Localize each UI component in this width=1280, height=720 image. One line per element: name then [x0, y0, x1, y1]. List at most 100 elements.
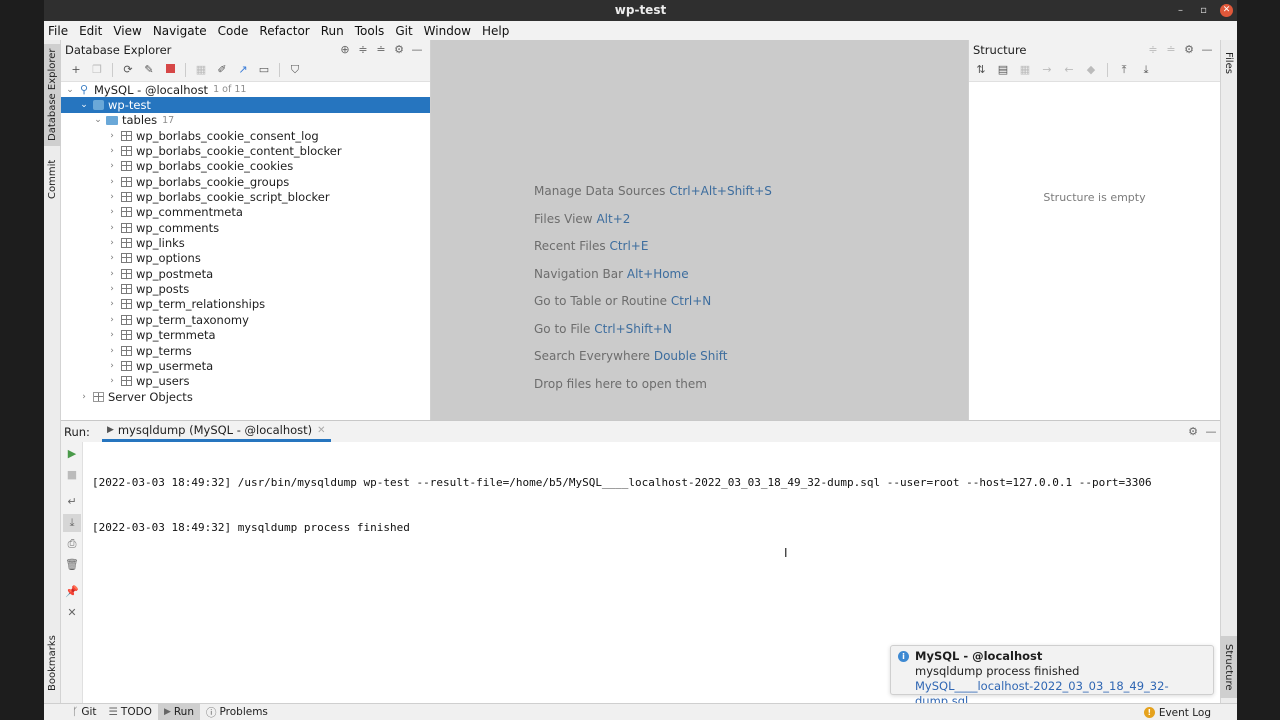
tree-schema[interactable]: ⌄ wp-test: [61, 97, 430, 113]
tab-bookmarks[interactable]: Bookmarks: [44, 630, 61, 696]
gear-icon[interactable]: ⚙: [1184, 425, 1202, 438]
minimize-icon[interactable]: –: [1174, 4, 1187, 17]
arrow-right-icon[interactable]: →: [1038, 61, 1056, 79]
soft-wrap-icon[interactable]: ↵: [63, 493, 81, 511]
menu-run[interactable]: Run: [321, 24, 344, 38]
tree-table-item[interactable]: › wp_users: [61, 374, 430, 389]
menu-file[interactable]: File: [48, 24, 68, 38]
tree-table-item[interactable]: › wp_borlabs_cookie_script_blocker: [61, 189, 430, 204]
tab-commit[interactable]: Commit: [44, 154, 61, 204]
chevron-right-icon[interactable]: ›: [105, 299, 119, 309]
filter-icon[interactable]: ⛉: [286, 61, 304, 79]
pin-icon[interactable]: 📌: [63, 583, 81, 601]
hide-icon[interactable]: —: [408, 43, 426, 56]
chevron-right-icon[interactable]: ›: [105, 253, 119, 263]
collapse-all-icon[interactable]: ≐: [372, 43, 390, 56]
rerun-icon[interactable]: ▶: [63, 445, 81, 463]
tree-tables-folder[interactable]: ⌄ tables 17: [61, 113, 430, 128]
menu-view[interactable]: View: [113, 24, 141, 38]
tree-table-item[interactable]: › wp_borlabs_cookie_content_blocker: [61, 143, 430, 158]
tree-server-objects[interactable]: › Server Objects: [61, 389, 430, 404]
refresh-icon[interactable]: ⟳: [119, 61, 137, 79]
arrow-left-icon[interactable]: ←: [1060, 61, 1078, 79]
trash-icon[interactable]: 🗑: [63, 556, 81, 574]
target-icon[interactable]: ⊕: [336, 43, 354, 56]
maximize-icon[interactable]: ▫: [1197, 4, 1210, 17]
console-output[interactable]: [2022-03-03 18:49:32] /usr/bin/mysqldump…: [92, 445, 1152, 565]
print-icon[interactable]: ⎙: [63, 535, 81, 553]
menu-navigate[interactable]: Navigate: [153, 24, 207, 38]
menu-code[interactable]: Code: [218, 24, 249, 38]
chevron-right-icon[interactable]: ›: [105, 361, 119, 371]
tab-database-explorer[interactable]: Database Explorer: [44, 44, 61, 146]
menu-git[interactable]: Git: [395, 24, 412, 38]
gear-icon[interactable]: ⚙: [1180, 43, 1198, 56]
tree-table-item[interactable]: › wp_links: [61, 235, 430, 250]
status-problems[interactable]: ⓘ Problems: [200, 704, 274, 720]
chevron-right-icon[interactable]: ›: [105, 192, 119, 202]
show-table-icon[interactable]: ▦: [1016, 61, 1034, 79]
autoscroll-from-source-icon[interactable]: ⤓: [1137, 61, 1155, 79]
close-icon[interactable]: ✕: [317, 425, 325, 436]
edit-icon[interactable]: ✐: [213, 61, 231, 79]
tree-table-item[interactable]: › wp_commentmeta: [61, 205, 430, 220]
menu-refactor[interactable]: Refactor: [259, 24, 309, 38]
status-event-log[interactable]: ! Event Log: [1143, 704, 1211, 720]
tree-datasource[interactable]: ⌄ ⚲ MySQL - @localhost 1 of 11: [61, 82, 430, 97]
tree-table-item[interactable]: › wp_borlabs_cookie_groups: [61, 174, 430, 189]
menu-help[interactable]: Help: [482, 24, 509, 38]
tree-table-item[interactable]: › wp_usermeta: [61, 358, 430, 373]
chevron-right-icon[interactable]: ›: [105, 207, 119, 217]
chevron-right-icon[interactable]: ›: [105, 161, 119, 171]
table-view-icon[interactable]: ▦: [192, 61, 210, 79]
add-icon[interactable]: +: [67, 61, 85, 79]
menu-edit[interactable]: Edit: [79, 24, 102, 38]
chevron-right-icon[interactable]: ›: [105, 269, 119, 279]
chevron-down-icon[interactable]: ⌄: [91, 115, 105, 125]
status-todo[interactable]: ☰ TODO: [102, 704, 157, 720]
tree-table-item[interactable]: › wp_options: [61, 251, 430, 266]
tree-table-item[interactable]: › wp_borlabs_cookie_consent_log: [61, 128, 430, 143]
tree-table-item[interactable]: › wp_terms: [61, 343, 430, 358]
status-git[interactable]: ᚴ Git: [66, 704, 102, 720]
chevron-right-icon[interactable]: ›: [105, 284, 119, 294]
chevron-right-icon[interactable]: ›: [105, 177, 119, 187]
schema-edit-icon[interactable]: ✎: [140, 61, 158, 79]
chevron-down-icon[interactable]: ⌄: [77, 100, 91, 110]
chevron-right-icon[interactable]: ›: [105, 330, 119, 340]
menu-tools[interactable]: Tools: [355, 24, 385, 38]
scroll-to-end-icon[interactable]: ⤓: [63, 514, 81, 532]
copy-icon[interactable]: ❐: [88, 61, 106, 79]
tree-table-item[interactable]: › wp_postmeta: [61, 266, 430, 281]
show-fields-icon[interactable]: ▤: [994, 61, 1012, 79]
chevron-right-icon[interactable]: ›: [105, 315, 119, 325]
gear-icon[interactable]: ⚙: [390, 43, 408, 56]
jump-to-icon[interactable]: ↗: [234, 61, 252, 79]
tab-structure[interactable]: Structure: [1220, 636, 1237, 698]
chevron-right-icon[interactable]: ›: [105, 223, 119, 233]
chevron-right-icon[interactable]: ›: [77, 392, 91, 402]
tree-table-item[interactable]: › wp_term_taxonomy: [61, 312, 430, 327]
menu-window[interactable]: Window: [424, 24, 471, 38]
tab-files[interactable]: Files: [1220, 44, 1237, 82]
stop-icon[interactable]: ■: [63, 466, 81, 484]
expand-all-icon[interactable]: ≑: [1144, 43, 1162, 56]
chevron-right-icon[interactable]: ›: [105, 146, 119, 156]
sort-icon[interactable]: ⇅: [972, 61, 990, 79]
collapse-all-icon[interactable]: ≐: [1162, 43, 1180, 56]
chevron-right-icon[interactable]: ›: [105, 346, 119, 356]
chevron-right-icon[interactable]: ›: [105, 376, 119, 386]
stop-icon[interactable]: [161, 61, 179, 79]
autoscroll-to-source-icon[interactable]: ⤒: [1115, 61, 1133, 79]
chevron-down-icon[interactable]: ⌄: [63, 85, 77, 95]
tree-table-item[interactable]: › wp_term_relationships: [61, 297, 430, 312]
tree-table-item[interactable]: › wp_borlabs_cookie_cookies: [61, 159, 430, 174]
expand-all-icon[interactable]: ≑: [354, 43, 372, 56]
diamond-icon[interactable]: ◆: [1082, 61, 1100, 79]
close-icon[interactable]: ✕: [1220, 4, 1233, 17]
console-icon[interactable]: ▭: [255, 61, 273, 79]
chevron-right-icon[interactable]: ›: [105, 131, 119, 141]
notification-balloon[interactable]: i MySQL - @localhost mysqldump process f…: [890, 645, 1214, 708]
hide-icon[interactable]: —: [1198, 43, 1216, 56]
tree-table-item[interactable]: › wp_termmeta: [61, 328, 430, 343]
